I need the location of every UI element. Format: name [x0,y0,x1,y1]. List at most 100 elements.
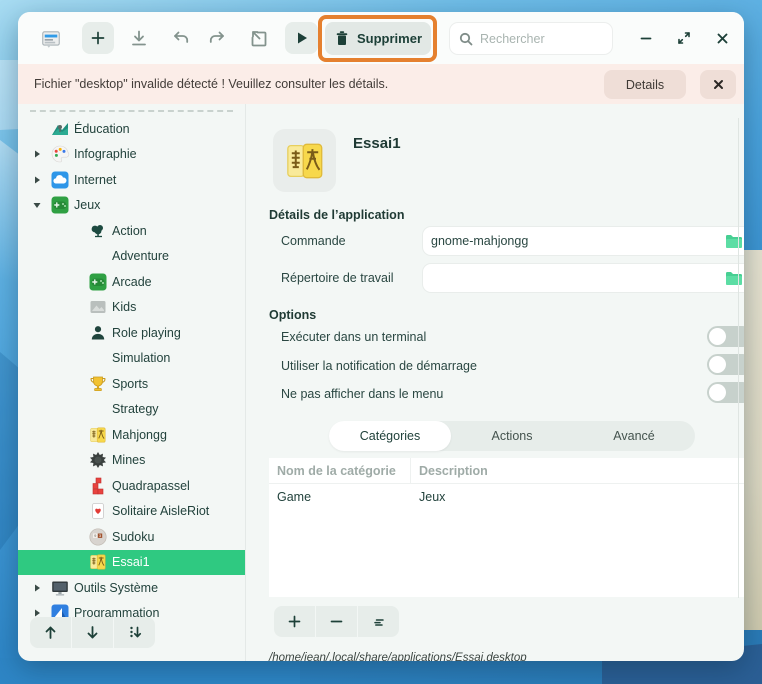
tree-item-role-playing[interactable]: Role playing [18,320,245,346]
photo-icon [88,297,108,317]
sort-button[interactable] [114,617,155,648]
close-button[interactable] [712,28,732,48]
tree-item-label: Éducation [74,122,130,136]
warning-banner: Fichier "desktop" invalide détecté ! Veu… [18,64,744,104]
option-terminal-label: Exécuter dans un terminal [281,330,426,344]
mahjongg-icon [88,425,108,445]
tree-item-label: Mahjongg [112,428,167,442]
plus-icon [287,614,302,629]
search-input[interactable] [480,32,590,46]
sidebar-actions [30,617,155,648]
launcher-name[interactable]: Essai1 [353,135,401,152]
clean-lines-icon [371,614,387,630]
command-field [423,227,744,255]
redo-button[interactable] [205,29,229,49]
tree-item-infographie[interactable]: Infographie [18,142,245,168]
tab-actions[interactable]: Actions [451,421,573,451]
add-launcher-button[interactable] [82,22,114,54]
launcher-editor-panel: Essai1 Détails de l’application Commande… [246,104,744,661]
education-icon [50,119,70,139]
tree-item-label: Strategy [112,402,159,416]
categories-table-body: GameJeux [269,484,744,510]
chevron-right-icon[interactable] [30,147,44,161]
tree-item-sudoku[interactable]: 93Sudoku [18,524,245,550]
tree-item-kids[interactable]: Kids [18,295,245,321]
banner-details-button[interactable]: Details [604,70,686,99]
category-name-header[interactable]: Nom de la catégorie [269,458,411,483]
delete-button-label: Supprimer [357,31,422,46]
description-header[interactable]: Description [411,464,488,478]
mine-icon [88,450,108,470]
tree-item-label: Simulation [112,351,170,365]
banner-close-button[interactable] [700,70,736,99]
workdir-input[interactable] [431,271,725,285]
tree-item-label: Quadrapassel [112,479,190,493]
toolbar: Supprimer [18,12,744,64]
tree-item-quadrapassel[interactable]: Quadrapassel [18,473,245,499]
move-up-button[interactable] [30,617,71,648]
tree-item--ducation[interactable]: Éducation [18,116,245,142]
scrollbar[interactable] [738,118,739,598]
undo-button[interactable] [169,29,193,49]
tree-item-action[interactable]: Action [18,218,245,244]
folder-browse-icon[interactable] [725,234,743,249]
chevron-down-icon[interactable] [30,198,44,212]
search-box [450,23,612,54]
revert-button[interactable] [247,28,271,50]
tree-item-jeux[interactable]: Jeux [18,193,245,219]
palette-icon [50,144,70,164]
clear-categories-button[interactable] [358,606,399,637]
maximize-icon [676,30,692,46]
minimize-icon [638,30,654,46]
tree-item-outils-syst-me[interactable]: Outils Système [18,575,245,601]
tree-item-label: Action [112,224,147,238]
launcher-file-path: /home/jean/.local/share/applications/Ess… [269,652,527,661]
menulibre-window: Supprimer Fichier "desktop" invalide dét… [18,12,744,661]
save-button[interactable] [127,28,151,50]
tree-item-mahjongg[interactable]: Mahjongg [18,422,245,448]
move-down-button[interactable] [72,617,113,648]
category-sidebar: Éducation Infographie InternetJeux Action Ad… [18,104,245,661]
tab-bar: Catégories Actions Avancé [329,421,695,451]
add-category-button[interactable] [274,606,315,637]
monitor-icon [50,578,70,598]
tree-item-arcade[interactable]: Arcade [18,269,245,295]
cloud-icon [50,170,70,190]
details-heading: Détails de l’application [269,208,404,222]
table-row[interactable]: GameJeux [269,484,744,510]
arrow-down-icon [84,624,101,641]
remove-category-button[interactable] [316,606,357,637]
tree-item-simulation[interactable]: Simulation [18,346,245,372]
tree-item-sports[interactable]: Sports [18,371,245,397]
description-cell: Jeux [411,490,445,504]
tree-item-essai1[interactable]: Essai1 [18,550,245,576]
maximize-button[interactable] [674,28,694,48]
tree-item-label: Adventure [112,249,169,263]
tree-item-mines[interactable]: Mines [18,448,245,474]
tab-categories[interactable]: Catégories [329,421,451,451]
tree-item-adventure[interactable]: Adventure [18,244,245,270]
categories-table-header: Nom de la catégorie Description [269,458,744,484]
minimize-button[interactable] [636,28,656,48]
undo-icon [171,29,191,49]
tree-item-strategy[interactable]: Strategy [18,397,245,423]
tree-item-label: Outils Système [74,581,158,595]
chevron-right-icon[interactable] [30,173,44,187]
gamepad-icon [88,272,108,292]
launcher-icon-button[interactable] [273,129,336,192]
app-logo-icon [40,28,62,50]
redo-icon [207,29,227,49]
tree-item-label: Role playing [112,326,181,340]
tab-advanced[interactable]: Avancé [573,421,695,451]
command-field-label: Commande [281,234,346,248]
folder-browse-icon[interactable] [725,271,743,286]
tree-item-label: Infographie [74,147,137,161]
delete-button[interactable]: Supprimer [325,22,431,55]
command-input[interactable] [431,234,725,248]
tree-item-internet[interactable]: Internet [18,167,245,193]
tree-item-label: Arcade [112,275,152,289]
chevron-right-icon[interactable] [30,581,44,595]
launch-button[interactable] [285,22,318,54]
tree-item-solitaire-aisleriot[interactable]: Solitaire AisleRiot [18,499,245,525]
trash-icon [334,30,350,47]
